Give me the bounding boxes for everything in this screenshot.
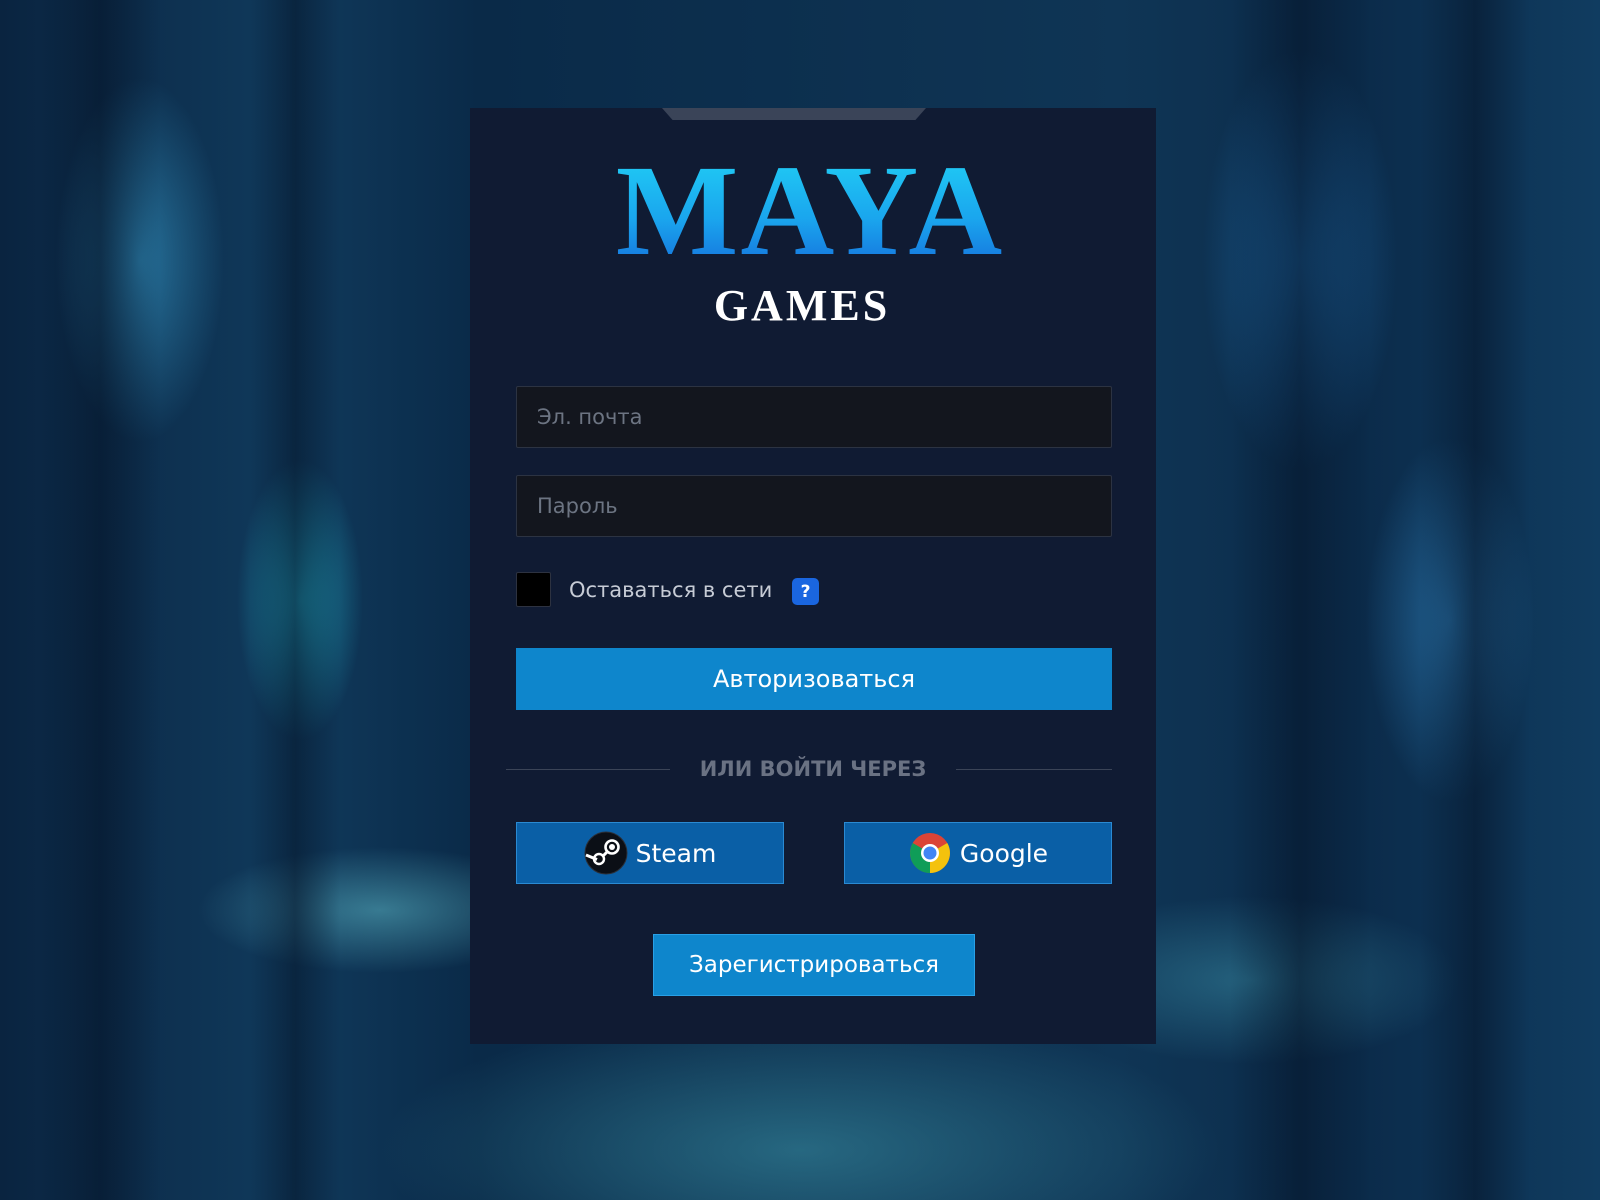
remember-me-label: Оставаться в сети — [569, 577, 773, 602]
maya-games-logo: MAYA GAMES — [616, 148, 1004, 330]
remember-me-checkbox[interactable] — [516, 572, 551, 607]
google-label: Google — [959, 838, 1049, 868]
divider-line-left — [506, 768, 670, 770]
help-glyph: ? — [800, 581, 811, 602]
steam-label: Steam — [635, 838, 717, 868]
steam-login-button[interactable]: Steam — [516, 822, 784, 884]
login-card: MAYA GAMES Оставаться в сети ? Авторизов… — [470, 108, 1156, 1044]
login-button[interactable]: Авторизоваться — [516, 648, 1112, 710]
divider-text: ИЛИ ВОЙТИ ЧЕРЕЗ — [699, 757, 927, 781]
or-login-with-divider: ИЛИ ВОЙТИ ЧЕРЕЗ — [506, 754, 1112, 784]
remember-me-row: Оставаться в сети — [516, 572, 772, 607]
divider-line-right — [956, 768, 1112, 770]
chrome-icon — [909, 833, 950, 873]
register-button[interactable]: Зарегистрироваться — [653, 934, 975, 996]
steam-icon — [584, 831, 628, 875]
password-input[interactable] — [516, 475, 1112, 537]
logo-main-text: MAYA — [616, 148, 1004, 283]
logo-sub-text: GAMES — [714, 281, 890, 330]
google-login-button[interactable]: Google — [844, 822, 1112, 884]
question-icon[interactable]: ? — [792, 578, 819, 605]
card-top-notch — [662, 108, 926, 120]
email-input[interactable] — [516, 386, 1112, 448]
